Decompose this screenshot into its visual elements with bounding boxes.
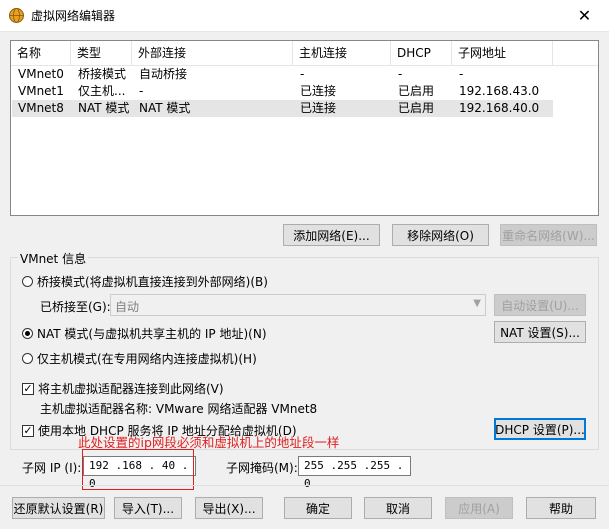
cell-type: 仅主机... (78, 84, 126, 98)
network-list[interactable]: 名称 类型 外部连接 主机连接 DHCP 子网地址 VMnet0 桥接模式 自动… (10, 40, 599, 216)
nat-mode-radio[interactable]: NAT 模式(与虚拟机共享主机的 IP 地址)(N) (22, 325, 267, 342)
cell-external: NAT 模式 (139, 101, 191, 115)
auto-settings-button[interactable]: 自动设置(U)... (494, 294, 586, 316)
cell-external: 自动桥接 (139, 67, 188, 81)
bridged-mode-label: 桥接模式(将虚拟机直接连接到外部网络)(B) (37, 275, 268, 289)
export-button[interactable]: 导出(X)... (195, 497, 263, 519)
bridged-mode-radio[interactable]: 桥接模式(将虚拟机直接连接到外部网络)(B) (22, 273, 268, 290)
help-button[interactable]: 帮助 (526, 497, 596, 519)
subnet-ip-label: 子网 IP (I): (22, 461, 82, 475)
cell-dhcp: 已启用 (398, 101, 435, 115)
cell-type: NAT 模式 (78, 101, 130, 115)
column-header-dhcp[interactable]: DHCP (391, 41, 452, 65)
cell-dhcp: 已启用 (398, 84, 435, 98)
cell-name: VMnet1 (18, 84, 64, 98)
restore-defaults-button[interactable]: 还原默认设置(R) (12, 497, 105, 519)
divider (0, 485, 609, 486)
window-title: 虚拟网络编辑器 (31, 9, 116, 23)
cell-type: 桥接模式 (78, 67, 127, 81)
subnet-mask-label: 子网掩码(M): (226, 461, 298, 475)
checkmark-icon: ✓ (22, 381, 34, 395)
annotation-text: 此处设置的ip网段必须和虚拟机上的地址段一样 (78, 435, 340, 450)
radio-unchecked-icon (22, 353, 33, 364)
connect-adapter-label: 将主机虚拟适配器连接到此网络(V) (38, 382, 224, 396)
title-bar: 虚拟网络编辑器 ✕ (0, 0, 609, 32)
vmnet-info-title: VMnet 信息 (18, 250, 89, 267)
adapter-name-text: 主机虚拟适配器名称: VMware 网络适配器 VMnet8 (40, 402, 318, 416)
import-button[interactable]: 导入(T)... (114, 497, 182, 519)
apply-button[interactable]: 应用(A) (445, 497, 513, 519)
cancel-button[interactable]: 取消 (364, 497, 432, 519)
column-header-host[interactable]: 主机连接 (293, 41, 391, 65)
cell-subnet: - (459, 67, 464, 81)
network-editor-icon (9, 8, 24, 23)
dhcp-settings-button[interactable]: DHCP 设置(P)... (494, 418, 586, 440)
column-header-subnet[interactable]: 子网地址 (452, 41, 553, 65)
table-row-selected[interactable]: VMnet8 NAT 模式 NAT 模式 已连接 已启用 192.168.40.… (12, 100, 553, 117)
checkmark-icon: ✓ (22, 423, 34, 437)
host-only-radio[interactable]: 仅主机模式(在专用网络内连接虚拟机)(H) (22, 350, 257, 367)
ok-button[interactable]: 确定 (284, 497, 352, 519)
cell-subnet: 192.168.40.0 (459, 101, 540, 115)
annotation-highlight-box (82, 449, 194, 490)
chevron-down-icon: ▼ (473, 298, 481, 309)
subnet-mask-field[interactable]: 255 .255 .255 . 0 (298, 456, 411, 490)
bridged-to-select[interactable]: 自动 ▼ (110, 294, 486, 316)
cell-name: VMnet0 (18, 67, 64, 81)
close-button[interactable]: ✕ (560, 0, 609, 31)
cell-host: 已连接 (300, 101, 337, 115)
column-header-external[interactable]: 外部连接 (132, 41, 293, 65)
radio-checked-icon (22, 328, 33, 339)
column-header-name[interactable]: 名称 (11, 41, 71, 65)
table-row[interactable]: VMnet0 桥接模式 自动桥接 - - - (12, 66, 553, 83)
nat-settings-button[interactable]: NAT 设置(S)... (494, 321, 586, 343)
cell-host: - (300, 67, 305, 81)
cell-name: VMnet8 (18, 101, 64, 115)
radio-unchecked-icon (22, 276, 33, 287)
remove-network-button[interactable]: 移除网络(O) (392, 224, 489, 246)
close-icon: ✕ (577, 6, 592, 25)
list-header: 名称 类型 外部连接 主机连接 DHCP 子网地址 (11, 41, 598, 66)
bridged-to-value: 自动 (115, 300, 140, 314)
cell-subnet: 192.168.43.0 (459, 84, 540, 98)
cell-host: 已连接 (300, 84, 337, 98)
add-network-button[interactable]: 添加网络(E)... (283, 224, 380, 246)
rename-network-button[interactable]: 重命名网络(W)... (500, 224, 597, 246)
bridged-to-label: 已桥接至(G): (40, 300, 111, 314)
column-header-type[interactable]: 类型 (71, 41, 132, 65)
cell-dhcp: - (398, 67, 403, 81)
host-only-label: 仅主机模式(在专用网络内连接虚拟机)(H) (37, 352, 257, 366)
cell-external: - (139, 84, 144, 98)
nat-mode-label: NAT 模式(与虚拟机共享主机的 IP 地址)(N) (37, 327, 267, 341)
table-row[interactable]: VMnet1 仅主机... - 已连接 已启用 192.168.43.0 (12, 83, 553, 100)
connect-adapter-checkbox[interactable]: ✓ 将主机虚拟适配器连接到此网络(V) (22, 380, 224, 397)
